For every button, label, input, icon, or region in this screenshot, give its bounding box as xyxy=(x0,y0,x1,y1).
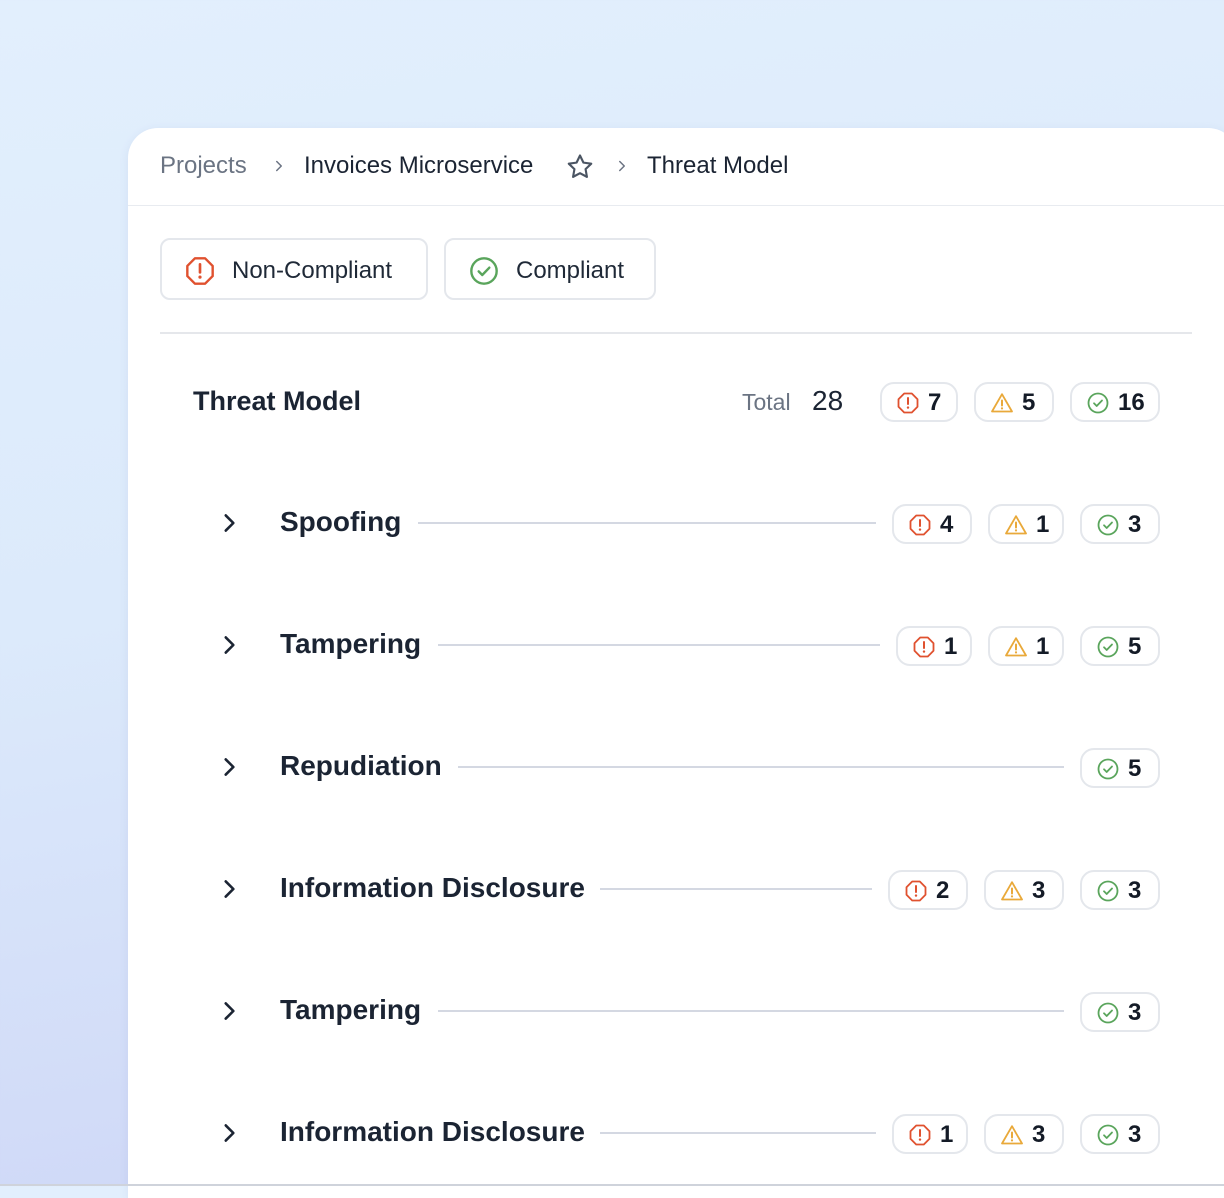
row-divider-line xyxy=(438,644,880,646)
circle-check-icon xyxy=(1086,391,1110,415)
badge-count: 2 xyxy=(936,877,950,904)
badge-count: 3 xyxy=(1128,511,1142,538)
octagon-alert-icon xyxy=(908,513,932,537)
star-icon[interactable] xyxy=(565,152,595,182)
circle-check-icon xyxy=(468,255,500,287)
warning-triangle-icon xyxy=(1000,1123,1024,1147)
badge-count: 16 xyxy=(1118,389,1145,416)
critical-count-badge: 1 xyxy=(892,1114,968,1154)
octagon-alert-icon xyxy=(184,255,216,287)
chevron-right-icon[interactable] xyxy=(216,876,242,902)
critical-count-badge: 2 xyxy=(888,870,968,910)
warning-count-badge: 5 xyxy=(974,382,1054,422)
compliant-count-badge: 3 xyxy=(1080,992,1160,1032)
critical-count-badge: 7 xyxy=(880,382,958,422)
circle-check-icon xyxy=(1096,1001,1120,1025)
compliant-count-badge: 3 xyxy=(1080,870,1160,910)
badge-count: 1 xyxy=(944,633,958,660)
chevron-right-icon[interactable] xyxy=(216,1120,242,1146)
badge-count: 3 xyxy=(1128,999,1142,1026)
octagon-alert-icon xyxy=(904,879,928,903)
circle-check-icon xyxy=(1096,635,1120,659)
warning-triangle-icon xyxy=(1004,635,1028,659)
badge-count: 3 xyxy=(1128,1121,1142,1148)
warning-triangle-icon xyxy=(1004,513,1028,537)
category-label: Tampering xyxy=(280,628,422,659)
breadcrumb: Projects Invoices Microservice Threat Mo… xyxy=(128,128,1224,206)
octagon-alert-icon xyxy=(912,635,936,659)
compliant-count-badge: 3 xyxy=(1080,504,1160,544)
compliant-count-badge: 3 xyxy=(1080,1114,1160,1154)
badge-count: 1 xyxy=(940,1121,954,1148)
circle-check-icon xyxy=(1096,513,1120,537)
total-label: Total xyxy=(742,389,791,415)
category-label: Spoofing xyxy=(280,506,402,537)
threat-model-panel: Projects Invoices Microservice Threat Mo… xyxy=(128,128,1224,1198)
breadcrumb-projects[interactable]: Projects xyxy=(160,152,247,180)
breadcrumb-threat-model[interactable]: Threat Model xyxy=(647,152,788,180)
critical-count-badge: 1 xyxy=(896,626,972,666)
chevron-right-icon[interactable] xyxy=(216,754,242,780)
warning-count-badge: 3 xyxy=(984,1114,1064,1154)
category-row-repudiation[interactable]: Repudiation 5 xyxy=(128,740,1224,800)
category-label: Information Disclosure xyxy=(280,1116,585,1147)
warning-triangle-icon xyxy=(1000,879,1024,903)
total-value: 28 xyxy=(812,385,844,416)
circle-check-icon xyxy=(1096,1123,1120,1147)
badge-count: 5 xyxy=(1022,389,1036,416)
badge-count: 3 xyxy=(1032,1121,1046,1148)
category-row-information-disclosure[interactable]: Information Disclosure 1 3 3 xyxy=(128,1106,1224,1166)
circle-check-icon xyxy=(1096,757,1120,781)
filter-non-compliant-button[interactable]: Non-Compliant xyxy=(160,238,428,300)
row-divider-line xyxy=(458,766,1064,768)
breadcrumb-invoices-microservice[interactable]: Invoices Microservice xyxy=(304,152,533,180)
chevron-right-icon[interactable] xyxy=(216,632,242,658)
badge-count: 3 xyxy=(1032,877,1046,904)
filter-label: Non-Compliant xyxy=(232,257,393,284)
row-divider-line xyxy=(438,1010,1064,1012)
badge-count: 1 xyxy=(1036,511,1050,538)
category-row-tampering[interactable]: Tampering 3 xyxy=(128,984,1224,1044)
category-row-information-disclosure[interactable]: Information Disclosure 2 3 3 xyxy=(128,862,1224,922)
warning-triangle-icon xyxy=(990,391,1014,415)
badge-count: 4 xyxy=(940,511,954,538)
warning-count-badge: 1 xyxy=(988,504,1064,544)
badge-count: 1 xyxy=(1036,633,1050,660)
compliant-count-badge: 5 xyxy=(1080,748,1160,788)
badge-count: 5 xyxy=(1128,755,1142,782)
critical-count-badge: 4 xyxy=(892,504,972,544)
category-row-tampering[interactable]: Tampering 1 1 5 xyxy=(128,618,1224,678)
category-label: Tampering xyxy=(280,994,422,1025)
category-label: Information Disclosure xyxy=(280,872,585,903)
category-label: Repudiation xyxy=(280,750,442,781)
category-row-spoofing[interactable]: Spoofing 4 1 3 xyxy=(128,496,1224,556)
warning-count-badge: 3 xyxy=(984,870,1064,910)
chevron-right-icon[interactable] xyxy=(216,998,242,1024)
octagon-alert-icon xyxy=(896,391,920,415)
octagon-alert-icon xyxy=(908,1123,932,1147)
filter-label: Compliant xyxy=(516,257,625,284)
chevron-right-icon xyxy=(270,157,288,175)
warning-count-badge: 1 xyxy=(988,626,1064,666)
row-divider-line xyxy=(600,888,872,890)
chevron-right-icon xyxy=(613,157,631,175)
badge-count: 7 xyxy=(928,389,942,416)
circle-check-icon xyxy=(1096,879,1120,903)
divider xyxy=(160,332,1192,334)
compliant-count-badge: 16 xyxy=(1070,382,1160,422)
chevron-right-icon[interactable] xyxy=(216,510,242,536)
row-divider-line xyxy=(600,1132,876,1134)
section-title: Threat Model xyxy=(193,386,362,416)
badge-count: 3 xyxy=(1128,877,1142,904)
compliant-count-badge: 5 xyxy=(1080,626,1160,666)
badge-count: 5 xyxy=(1128,633,1142,660)
filter-compliant-button[interactable]: Compliant xyxy=(444,238,656,300)
row-divider-line xyxy=(418,522,876,524)
